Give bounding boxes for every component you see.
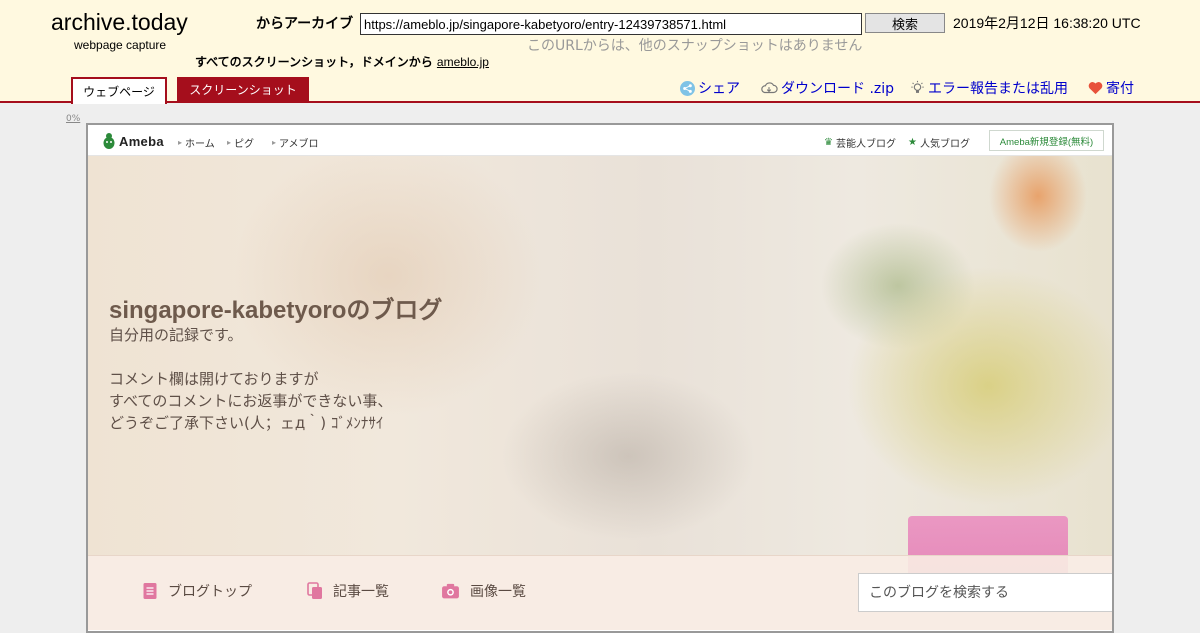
ameba-mascot-icon xyxy=(103,133,115,149)
popular-blog-label: 人気ブログ xyxy=(919,139,970,150)
article-list-label: 記事一覧 xyxy=(333,584,389,600)
blog-header-image: singapore-kabetyoroのブログ 自分用の記録です。 コメント欄は… xyxy=(88,156,1112,596)
captured-page-frame: Ameba ▸ ホーム ▸ ピグ ▸ アメブロ ♛ 芸能人ブログ ★ 人気ブログ… xyxy=(86,123,1114,633)
all-screenshots-line: すべてのスクリーンショット，ドメインから ameblo.jp xyxy=(195,53,489,70)
report-label: エラー報告または乱用 xyxy=(928,81,1068,97)
blog-description-line: 自分用の記録です。 xyxy=(109,326,243,344)
lightbulb-icon xyxy=(911,80,924,93)
camera-icon xyxy=(442,583,459,599)
arrow-right-icon: ▸ xyxy=(178,138,183,147)
popular-blog-link[interactable]: ★ 人気ブログ xyxy=(908,135,970,150)
url-input[interactable] xyxy=(360,13,862,35)
arrow-right-icon: ▸ xyxy=(227,138,232,147)
tab-screenshot[interactable]: スクリーンショット xyxy=(177,77,309,102)
ameba-nav-ameblo[interactable]: ▸ アメブロ xyxy=(272,135,319,150)
blog-description-line: コメント欄は開けておりますが xyxy=(109,370,319,388)
ameba-logo[interactable]: Ameba xyxy=(101,132,164,150)
document-icon xyxy=(143,583,157,599)
search-button[interactable]: 検索 xyxy=(865,13,945,33)
ameba-nav-ameblo-label: アメブロ xyxy=(279,139,319,150)
ameba-nav-pigg-label: ピグ xyxy=(234,139,255,150)
share-link[interactable]: シェア xyxy=(680,78,740,98)
download-zip-link[interactable]: ダウンロード .zip xyxy=(760,78,894,98)
blog-top-link[interactable]: ブログトップ xyxy=(142,581,252,601)
donate-label: 寄付 xyxy=(1106,81,1134,97)
image-list-link[interactable]: 画像一覧 xyxy=(441,581,526,601)
ameba-logo-text: Ameba xyxy=(119,133,164,149)
share-label: シェア xyxy=(698,81,740,97)
star-icon: ★ xyxy=(908,137,917,148)
blog-top-label: ブログトップ xyxy=(168,584,252,600)
ameba-register-button[interactable]: Ameba新規登録(無料) xyxy=(989,130,1104,151)
archive-header: archive.today webpage capture からアーカイブ 検索… xyxy=(0,0,1200,104)
capture-timestamp[interactable]: 2019年2月12日 16:38:20 UTC xyxy=(953,13,1141,33)
tab-webpage[interactable]: ウェブページ xyxy=(71,77,167,104)
domain-link[interactable]: ameblo.jp xyxy=(437,55,489,69)
blog-description-line: どうぞご了承下さい(人；ェд｀) ｺﾞﾒﾝﾅｻｲ xyxy=(109,414,384,432)
blog-navigation-bar: ブログトップ 記事一覧 画像一覧 xyxy=(88,555,1112,630)
celebrity-blog-label: 芸能人ブログ xyxy=(835,139,896,150)
blog-search-input[interactable] xyxy=(858,573,1112,612)
archive-from-label: からアーカイブ xyxy=(256,16,354,32)
all-screenshots-label: すべてのスクリーンショット，ドメインから xyxy=(195,55,433,69)
copy-pages-icon xyxy=(307,582,322,599)
arrow-right-icon: ▸ xyxy=(272,138,277,147)
zoom-percentage[interactable]: 0% xyxy=(66,114,80,124)
ameba-top-bar: Ameba ▸ ホーム ▸ ピグ ▸ アメブロ ♛ 芸能人ブログ ★ 人気ブログ… xyxy=(88,125,1112,156)
crown-icon: ♛ xyxy=(824,137,833,148)
celebrity-blog-link[interactable]: ♛ 芸能人ブログ xyxy=(824,135,896,150)
ameba-nav-pigg[interactable]: ▸ ピグ xyxy=(227,135,254,150)
download-label: ダウンロード .zip xyxy=(781,81,895,97)
article-list-link[interactable]: 記事一覧 xyxy=(307,581,389,601)
heart-icon xyxy=(1088,82,1103,95)
ameba-nav-home[interactable]: ▸ ホーム xyxy=(178,135,215,150)
archive-logo-subtitle: webpage capture xyxy=(74,38,167,52)
blog-title[interactable]: singapore-kabetyoroのブログ xyxy=(109,290,442,325)
cloud-download-icon xyxy=(761,82,778,94)
report-abuse-link[interactable]: エラー報告または乱用 xyxy=(910,78,1068,98)
ameba-nav-home-label: ホーム xyxy=(185,139,215,150)
archive-logo[interactable]: archive.today xyxy=(51,9,188,36)
donate-link[interactable]: 寄付 xyxy=(1088,78,1134,98)
image-list-label: 画像一覧 xyxy=(470,584,526,600)
no-other-snapshots-text: このURLからは、他のスナップショットはありません xyxy=(527,38,863,54)
blog-description-line: すべてのコメントにお返事ができない事、 xyxy=(109,392,393,410)
share-icon xyxy=(680,80,695,96)
